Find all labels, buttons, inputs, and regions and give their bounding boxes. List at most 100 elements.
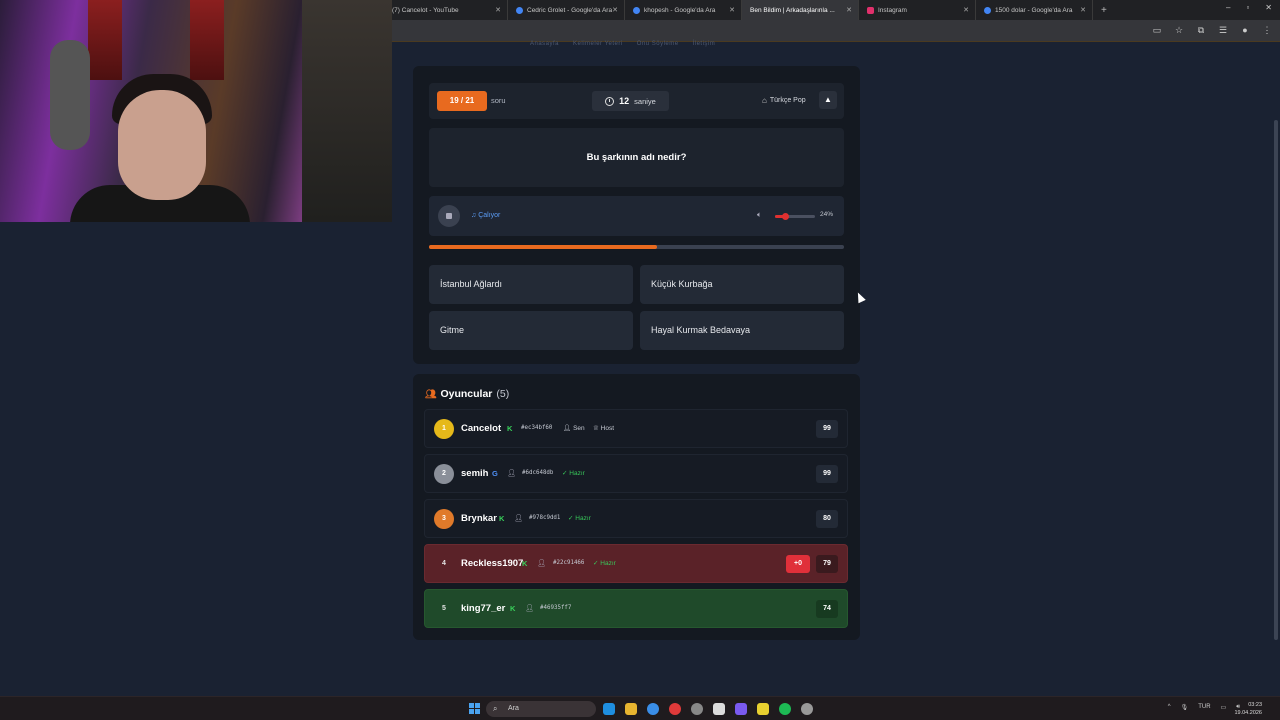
players-card: 👥︎ Oyuncular (5) 1 Cancelot K #ec34bf60 … (413, 374, 860, 640)
tab-instagram[interactable]: Instagram ✕ (859, 0, 976, 20)
question-progress-suffix: soru (491, 96, 506, 105)
opera-icon[interactable] (669, 703, 681, 715)
player-name: Brynkar (461, 513, 497, 524)
report-button[interactable]: ▲ (819, 91, 837, 109)
maximize-button[interactable]: ▫ (1246, 3, 1249, 12)
users-icon: 👥︎ (425, 388, 437, 399)
reading-list-icon[interactable]: ☰ (1218, 25, 1228, 35)
file-explorer-icon[interactable] (625, 703, 637, 715)
windows-start-icon[interactable] (469, 703, 480, 714)
microphone-icon[interactable]: 🎙︎ (1181, 704, 1189, 711)
audio-player: ♫ Çalıyor 🔈︎ 24% (429, 196, 844, 236)
nav-link[interactable]: Onu Söyleme (637, 41, 679, 47)
close-tab-icon[interactable]: ✕ (612, 6, 618, 14)
document-icon[interactable] (713, 703, 725, 715)
tab-google-dolar[interactable]: 1500 dolar - Google'da Ara ✕ (976, 0, 1093, 20)
player-score: 79 (816, 555, 838, 573)
discord-icon[interactable] (735, 703, 747, 715)
language-indicator[interactable]: TUR (1198, 704, 1210, 711)
edge-icon[interactable] (603, 703, 615, 715)
minimize-button[interactable]: – (1226, 3, 1230, 12)
time-progress-bar (429, 245, 844, 249)
cast-icon[interactable]: ▭ (1152, 25, 1162, 35)
new-tab-button[interactable]: + (1101, 5, 1107, 16)
question-text: Bu şarkının adı nedir? (586, 152, 687, 163)
players-title: Oyuncular (440, 388, 493, 400)
nav-link[interactable]: Kelimeler Yeteri (573, 41, 623, 47)
chevron-up-icon[interactable]: ^ (1168, 704, 1171, 711)
extensions-icon[interactable]: ⧉ (1196, 25, 1206, 35)
taskbar-clock[interactable]: 03:23 19.04.2026 (1234, 701, 1262, 717)
menu-kebab-icon[interactable]: ⋮ (1262, 25, 1272, 35)
windows-taskbar: ⌕ Ara ^ 🎙︎ TUR ▭ 🔊︎ 03:23 19.04.2026 (0, 696, 1280, 720)
nav-link[interactable]: Anasayfa (530, 41, 559, 47)
time-progress-fill (429, 245, 658, 249)
player-score: 80 (816, 510, 838, 528)
answer-option-1[interactable]: İstanbul Ağlardı (429, 265, 633, 304)
tab-label: (7) Cancelot - YouTube (392, 6, 459, 14)
sticky-notes-icon[interactable] (757, 703, 769, 715)
obs-icon[interactable] (691, 703, 703, 715)
rank-badge: 3 (434, 509, 454, 529)
tab-label: 1500 dolar - Google'da Ara (995, 6, 1073, 14)
ready-tag: ✓ Hazır (593, 560, 616, 567)
player-id: #6dc648db (522, 470, 554, 476)
stop-button[interactable] (438, 205, 460, 227)
close-tab-icon[interactable]: ✕ (1080, 6, 1086, 14)
spotify-icon[interactable] (779, 703, 791, 715)
player-id: #46935ff7 (540, 605, 572, 611)
player-name: Reckless1907 (461, 558, 524, 569)
network-icon[interactable]: ▭ (1221, 704, 1227, 711)
ready-tag: ✓ Hazır (562, 470, 585, 477)
answer-option-2[interactable]: Küçük Kurbağa (640, 265, 844, 304)
close-tab-icon[interactable]: ✕ (495, 6, 501, 14)
quiz-header: 19 / 21 soru 12 saniye ⌂ Türkçe Pop ▲ (429, 83, 844, 119)
close-window-button[interactable]: ✕ (1265, 3, 1272, 12)
host-tag: ♕ Host (593, 425, 615, 432)
playing-label: Çalıyor (478, 212, 501, 219)
person-icon: 👤︎ (507, 470, 516, 477)
genre-label: ⌂ Türkçe Pop (762, 96, 806, 105)
close-tab-icon[interactable]: ✕ (729, 6, 735, 14)
bookmark-star-icon[interactable]: ☆ (1174, 25, 1184, 35)
wall-banner (190, 0, 224, 80)
taskbar-search-input[interactable]: ⌕ Ara (486, 701, 596, 717)
kick-icon: K (510, 604, 516, 613)
rank-badge: 2 (434, 464, 454, 484)
nav-link[interactable]: İletişim (693, 41, 716, 47)
chrome-icon[interactable] (647, 703, 659, 715)
google-icon: G (492, 469, 498, 478)
rank-badge: 1 (434, 419, 454, 439)
search-placeholder: Ara (508, 705, 519, 712)
profile-icon[interactable]: ● (1240, 25, 1250, 35)
person-icon: 👤︎ (514, 515, 523, 522)
answer-option-3[interactable]: Gitme (429, 311, 633, 350)
player-row: 2 semih G 👤︎ #6dc648db ✓ Hazır 99 (424, 454, 848, 493)
tab-label: Ben Bildim | Arkadaşlarınla ... (750, 6, 835, 14)
close-tab-icon[interactable]: ✕ (963, 6, 969, 14)
google-icon (633, 6, 640, 14)
webcam-overlay (0, 0, 392, 222)
settings-icon[interactable] (801, 703, 813, 715)
tab-google-cedric[interactable]: Cedric Grolet - Google'da Ara ✕ (508, 0, 625, 20)
close-tab-icon[interactable]: ✕ (846, 6, 852, 14)
timer-value: 12 (619, 96, 630, 106)
page-scrollbar[interactable] (1274, 120, 1278, 640)
window-controls: – ▫ ✕ (1226, 3, 1272, 12)
tab-ben-bildim[interactable]: Ben Bildim | Arkadaşlarınla ... ✕ (742, 0, 859, 20)
volume-icon[interactable]: 🔈︎ (757, 210, 762, 220)
kick-icon: K (499, 514, 505, 523)
tab-google-khopesh[interactable]: khopesh - Google'da Ara ✕ (625, 0, 742, 20)
genre-text: Türkçe Pop (769, 97, 806, 104)
instagram-icon (867, 6, 874, 14)
ready-tag: ✓ Hazır (568, 515, 591, 522)
tag-icon: ⌂ (762, 96, 767, 105)
clock-date: 19.04.2026 (1234, 710, 1262, 716)
person-icon: 👤︎ (537, 560, 546, 567)
answer-option-4[interactable]: Hayal Kurmak Bedavaya (640, 311, 844, 350)
player-score: 74 (816, 600, 838, 618)
player-id: #ec34bf60 (521, 425, 553, 431)
score-delta-badge: +0 (786, 555, 810, 573)
volume-knob[interactable] (781, 213, 789, 220)
volume-slider[interactable] (775, 213, 815, 220)
